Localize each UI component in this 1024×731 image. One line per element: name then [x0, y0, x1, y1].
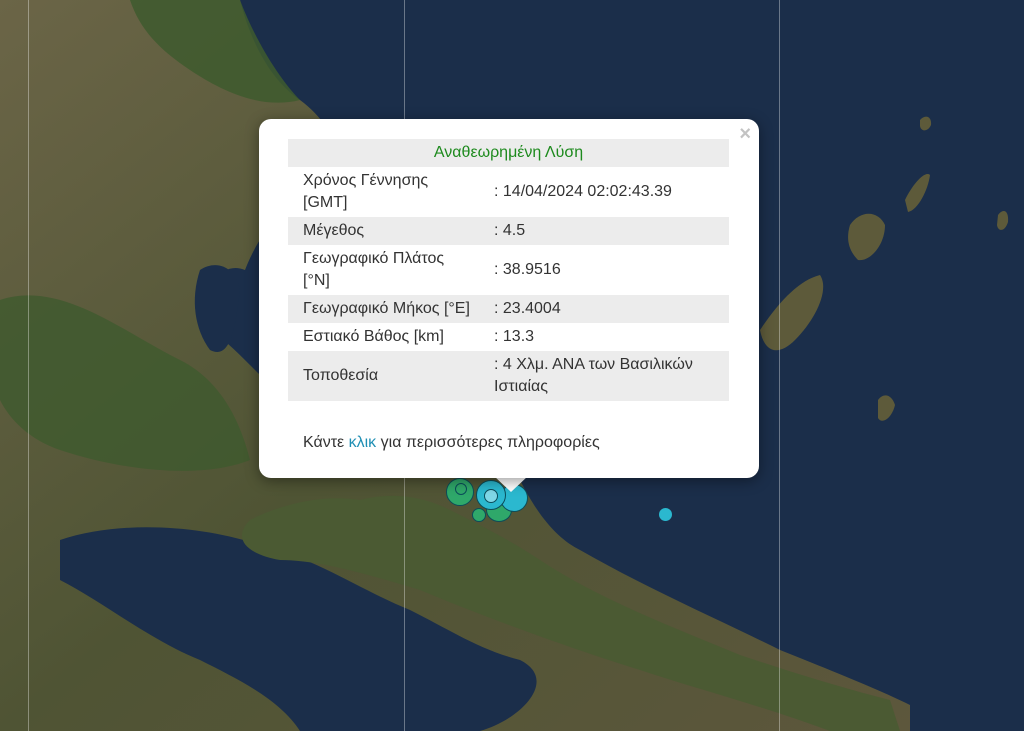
graticule-line — [779, 0, 780, 731]
table-row: Γεωγραφικό Μήκος [°E] : 23.4004 — [288, 295, 729, 323]
magnitude-value: : 4.5 — [479, 217, 729, 245]
latitude-value: : 38.9516 — [494, 261, 561, 278]
more-info-prefix: Κάντε — [303, 434, 349, 451]
earthquake-info-popup: × Αναθεωρημένη Λύση Χρόνος Γέννησης [GMT… — [259, 119, 759, 478]
table-row: Χρόνος Γέννησης [GMT] : 14/04/2024 02:02… — [288, 167, 729, 217]
close-icon[interactable]: × — [739, 124, 751, 144]
more-info-text: Κάντε κλικ για περισσότερες πληροφορίες — [303, 434, 600, 452]
magnitude-label: Μέγεθος — [288, 217, 479, 245]
location-value: : 4 Χλμ. ΑΝΑ των Βασιλικών Ιστιαίας — [479, 351, 729, 401]
table-row: Μέγεθος : 4.5 — [288, 217, 729, 245]
table-row: Γεωγραφικό Πλάτος [°N] : 38.9516 — [288, 245, 729, 295]
longitude-value: : 23.4004 — [479, 295, 729, 323]
earthquake-details-table: Αναθεωρημένη Λύση Χρόνος Γέννησης [GMT] … — [288, 139, 729, 401]
location-label: Τοποθεσία — [288, 351, 479, 401]
earthquake-marker[interactable] — [455, 483, 467, 495]
depth-value: : 13.3 — [494, 328, 535, 345]
table-row: Εστιακό Βάθος [km] : 13.3 — [288, 323, 729, 351]
table-row: Αναθεωρημένη Λύση — [288, 139, 729, 167]
more-info-link[interactable]: κλικ — [349, 434, 377, 451]
popup-pointer — [494, 476, 528, 492]
origin-time-value: : 14/04/2024 02:02:43.39 — [494, 183, 672, 200]
origin-time-label: Χρόνος Γέννησης [GMT] — [303, 172, 429, 211]
graticule-line — [28, 0, 29, 731]
popup-title: Αναθεωρημένη Λύση — [288, 139, 729, 167]
table-row: Τοποθεσία : 4 Χλμ. ΑΝΑ των Βασιλικών Ιστ… — [288, 351, 729, 401]
longitude-label: Γεωγραφικό Μήκος [°E] — [288, 295, 479, 323]
latitude-label: Γεωγραφικό Πλάτος [°N] — [303, 250, 445, 289]
more-info-suffix: για περισσότερες πληροφορίες — [376, 434, 600, 451]
depth-label: Εστιακό Βάθος [km] — [303, 328, 444, 345]
earthquake-marker[interactable] — [472, 508, 486, 522]
earthquake-marker[interactable] — [659, 508, 672, 521]
